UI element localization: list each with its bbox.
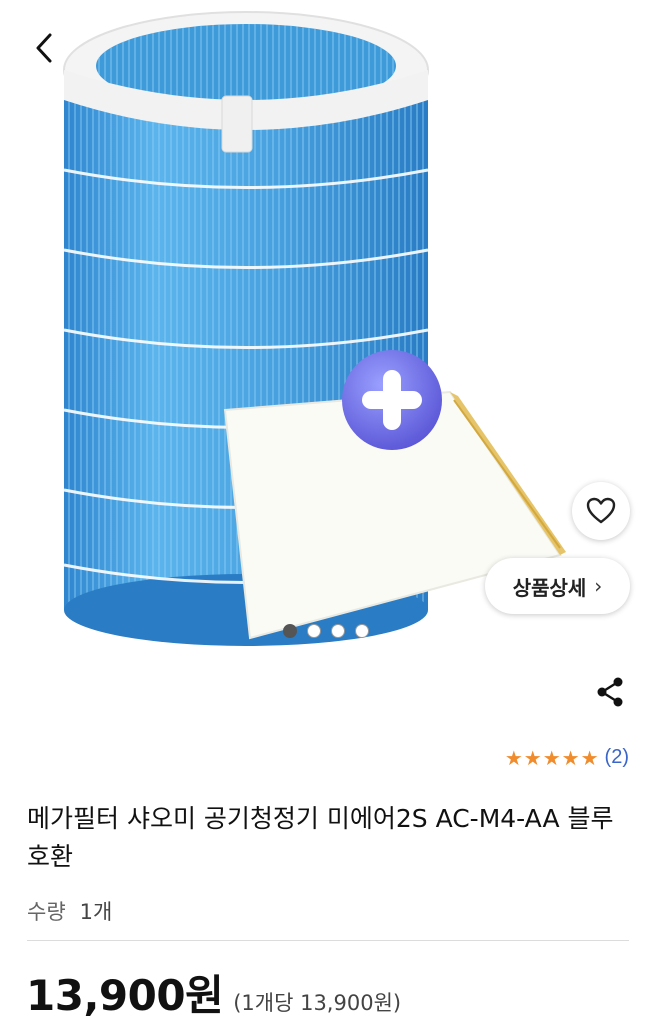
chevron-right-icon: ›: [594, 574, 603, 598]
heart-outline-icon: [586, 497, 616, 524]
review-count-link[interactable]: (2): [605, 746, 629, 769]
product-price: 13,900원: [26, 971, 224, 1020]
star-icon: ★: [561, 745, 580, 770]
quantity-label: 수량: [27, 900, 66, 924]
quantity-value: 1개: [79, 900, 113, 924]
quantity-info: 수량 1개: [27, 896, 112, 926]
star-icon: ★: [523, 745, 542, 770]
share-button[interactable]: [592, 674, 628, 710]
gallery-pagination: [283, 624, 369, 638]
gallery-dot-3[interactable]: [331, 624, 345, 638]
star-icon: ★: [504, 745, 523, 770]
product-detail-button[interactable]: 상품상세 ›: [485, 558, 630, 614]
product-image-gallery[interactable]: 상품상세 ›: [0, 0, 655, 655]
gallery-dot-1[interactable]: [283, 624, 297, 638]
chevron-left-icon: [36, 33, 52, 63]
share-icon: [597, 677, 623, 707]
divider: [27, 940, 629, 941]
back-button[interactable]: [22, 26, 66, 70]
product-title: 메가필터 샤오미 공기청정기 미에어2S AC-M4-AA 블루 호환: [27, 804, 614, 871]
gallery-dot-4[interactable]: [355, 624, 369, 638]
star-icon: ★: [542, 745, 561, 770]
product-image: [63, 11, 566, 646]
favorite-button[interactable]: [572, 482, 630, 540]
gallery-dot-2[interactable]: [307, 624, 321, 638]
product-detail-label: 상품상세: [512, 575, 587, 600]
star-icon: ★: [580, 745, 599, 770]
unit-price: (1개당 13,900원): [233, 991, 402, 1015]
price-row: 13,900원 (1개당 13,900원): [26, 962, 401, 1023]
product-rating[interactable]: ★ ★ ★ ★ ★ (2): [505, 746, 629, 769]
star-rating: ★ ★ ★ ★ ★: [505, 747, 599, 769]
